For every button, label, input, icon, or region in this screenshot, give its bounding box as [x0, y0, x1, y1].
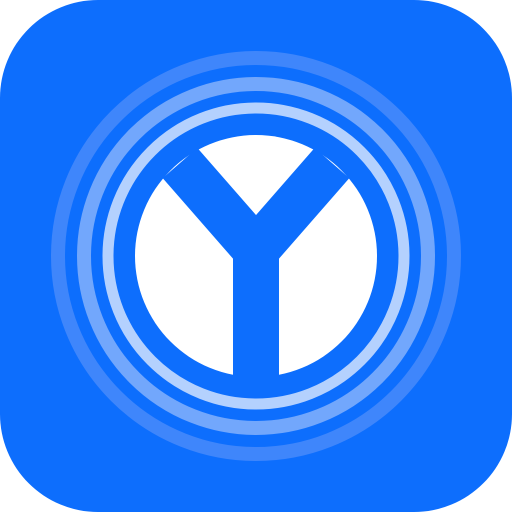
app-icon[interactable]	[0, 0, 512, 512]
y-letter-stem	[233, 248, 279, 380]
icon-stage	[0, 0, 512, 512]
